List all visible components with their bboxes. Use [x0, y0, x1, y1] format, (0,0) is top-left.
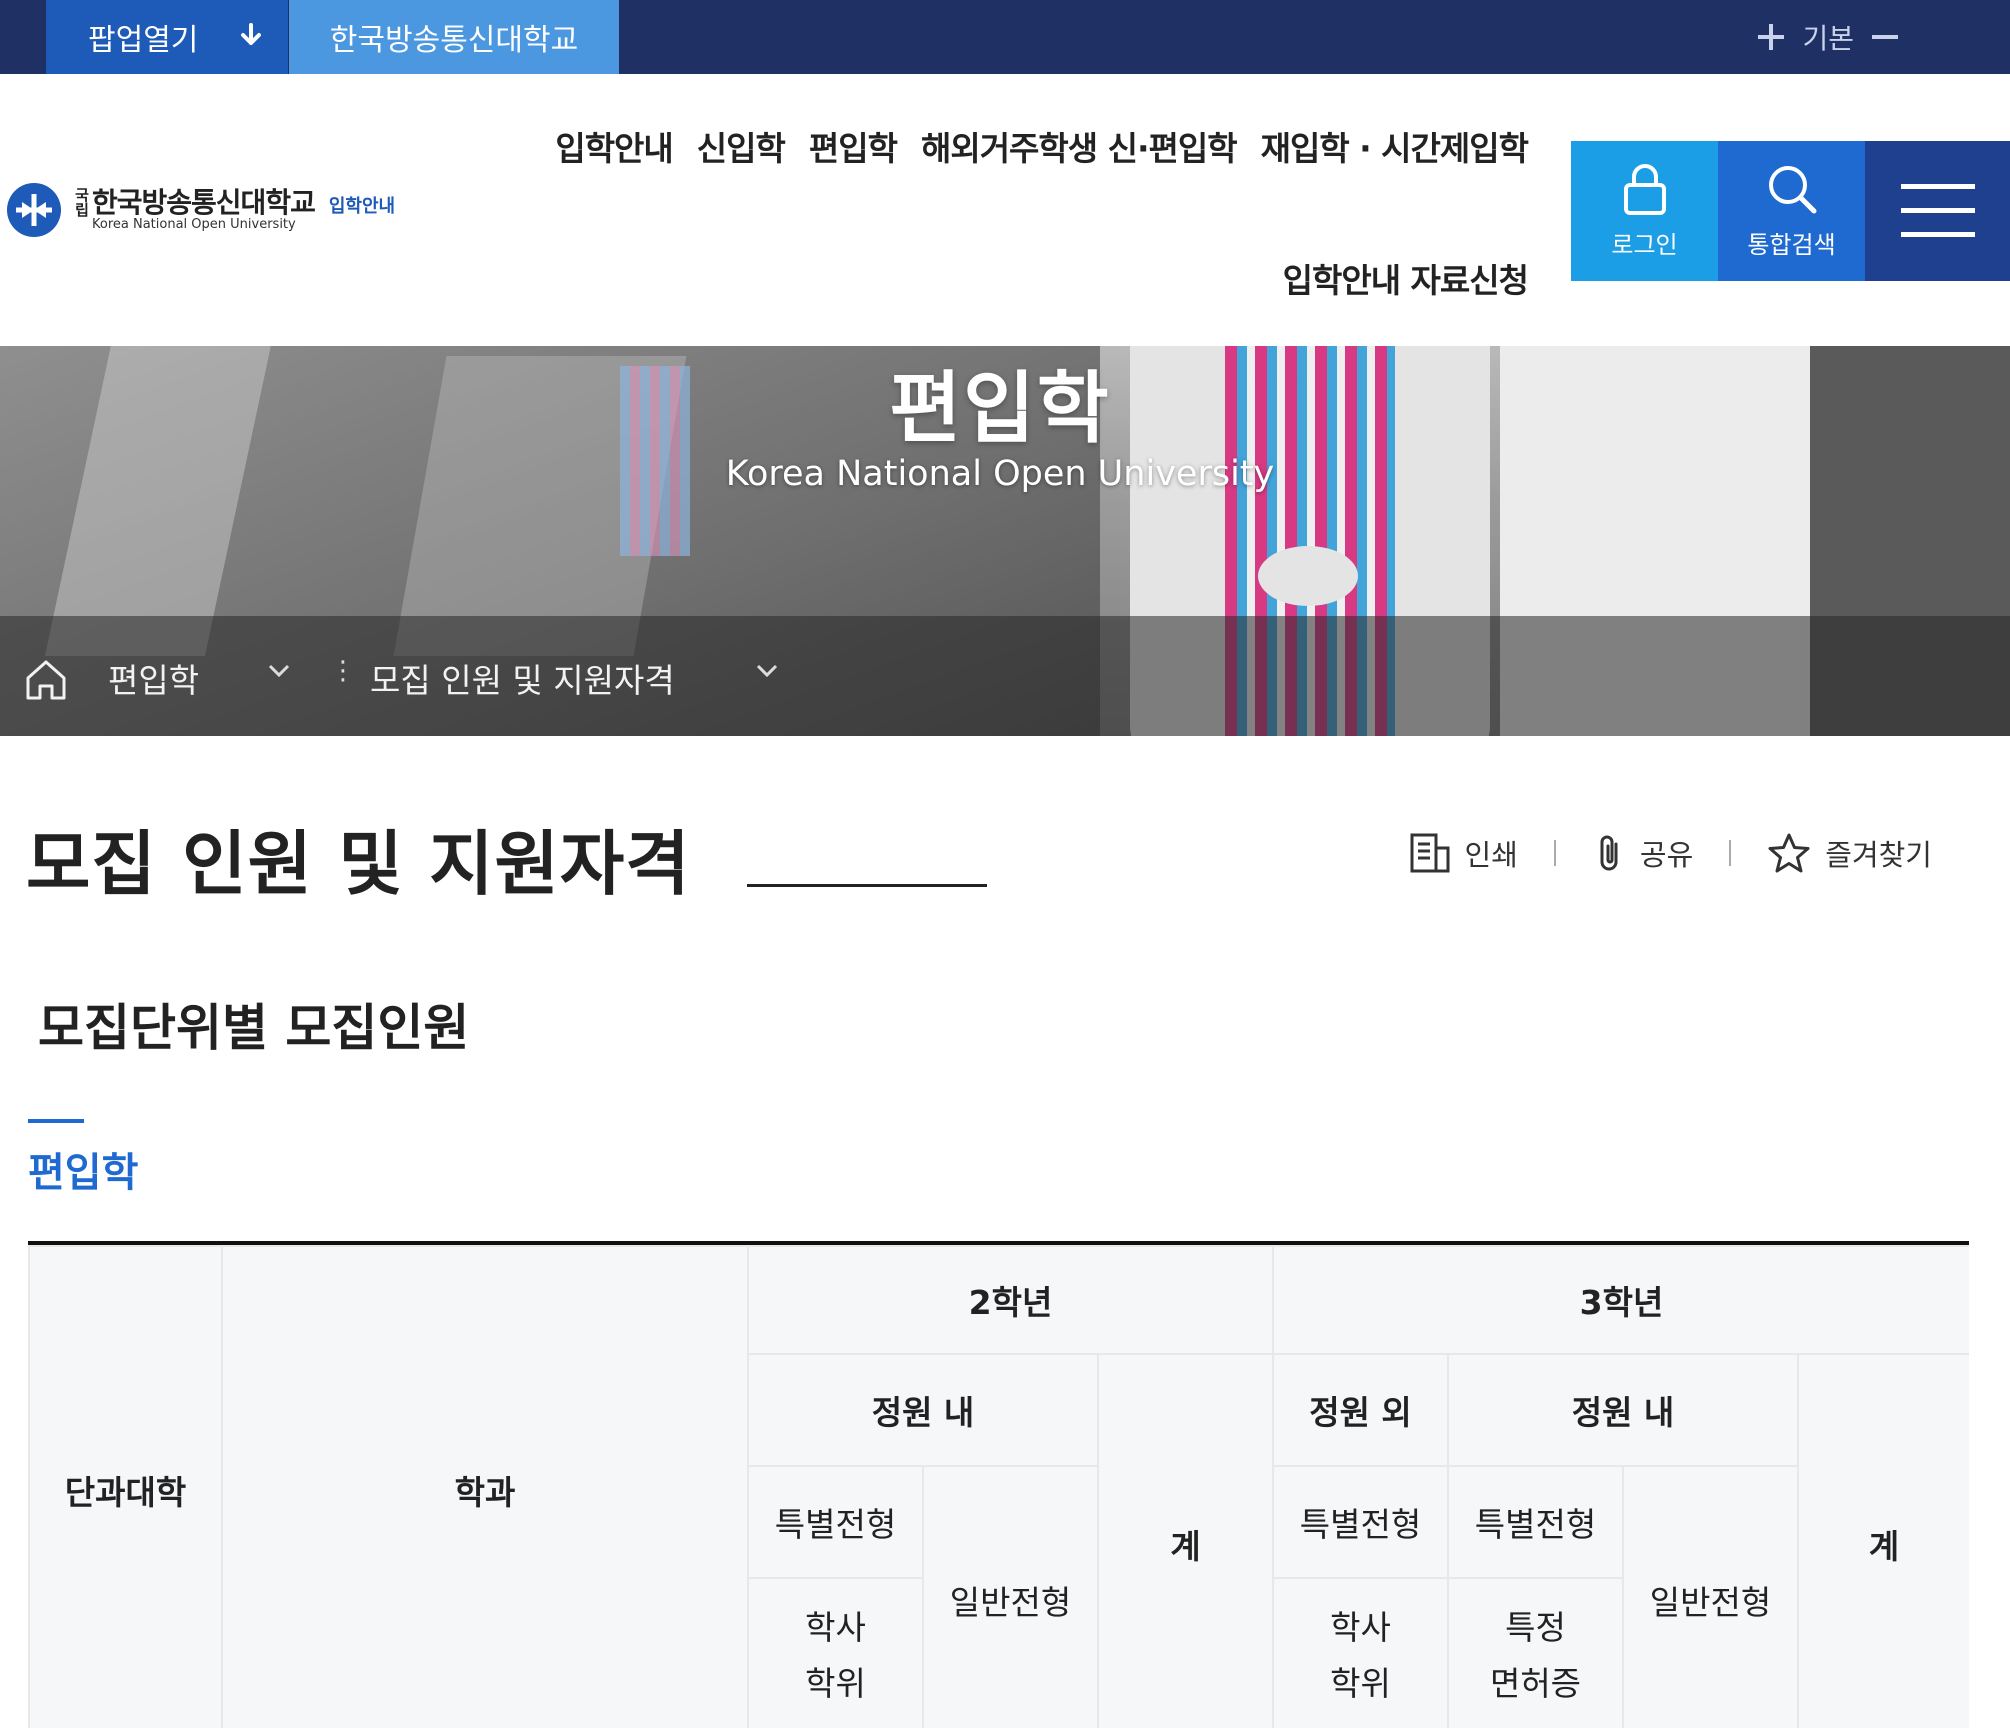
popup-open-label: 팝업열기 — [88, 23, 199, 58]
nav-item-readmission[interactable]: 재입학 · 시간제입학 — [1261, 122, 1529, 170]
col-header-grade3-bachelor: 학사 학위 — [1272, 1577, 1449, 1728]
col-header-grade2-special: 특별전형 — [747, 1465, 924, 1579]
share-label: 공유 — [1639, 838, 1694, 872]
logo-name: 한국방송통신대학교 — [92, 186, 316, 219]
lock-icon — [1623, 163, 1666, 215]
col-header-grade2-total: 계 — [1097, 1353, 1274, 1728]
breadcrumb-item-current[interactable]: 모집 인원 및 지원자격 — [370, 654, 675, 702]
login-button[interactable]: 로그인 — [1571, 141, 1718, 281]
paperclip-icon — [1600, 835, 1618, 871]
site-logo[interactable]: 국립 한국방송통신대학교 입학안내 Korea National Open Un… — [6, 182, 395, 238]
school-site-label: 한국방송통신대학교 — [329, 23, 579, 58]
search-button[interactable]: 통합검색 — [1718, 141, 1865, 281]
col-header-grade3-license: 특정 면허증 — [1447, 1577, 1624, 1728]
share-button[interactable]: 공유 — [1592, 832, 1693, 874]
col-header-grade3-general: 일반전형 — [1622, 1465, 1799, 1728]
arrow-down-icon — [241, 23, 261, 45]
search-icon — [1768, 165, 1816, 213]
col-header-grade3-out-quota: 정원 외 — [1272, 1353, 1449, 1467]
breadcrumb: 편입학 ⋮ 모집 인원 및 지원자격 — [0, 616, 900, 736]
top-bar: 팝업열기 한국방송통신대학교 기본 — [0, 0, 2010, 74]
site-header: 국립 한국방송통신대학교 입학안내 Korea National Open Un… — [0, 74, 2010, 346]
breadcrumb-separator: ⋮ — [330, 656, 356, 686]
nav-item-admission-guide[interactable]: 입학안내 — [555, 122, 673, 170]
menu-button[interactable] — [1865, 141, 2010, 281]
star-icon — [1768, 833, 1810, 873]
bookmark-label: 즐겨찾기 — [1825, 838, 1932, 872]
home-icon[interactable] — [24, 658, 68, 702]
nav-item-transfer[interactable]: 편입학 — [809, 122, 898, 170]
page-title: 모집 인원 및 지원자격 — [26, 823, 691, 905]
hamburger-icon — [1900, 184, 1975, 237]
print-button[interactable]: 인쇄 — [1409, 832, 1518, 874]
zoom-control: 기본 — [1758, 12, 1898, 62]
logo-sub: 입학안내 — [328, 196, 396, 217]
col-header-grade2-in-quota: 정원 내 — [747, 1353, 1099, 1467]
col-header-grade3-total: 계 — [1797, 1353, 1969, 1728]
knou-emblem-icon — [7, 183, 61, 237]
banner-subtitle: Korea National Open University — [725, 454, 1275, 494]
banner-title: 편입학 — [889, 364, 1111, 454]
col-header-grade2: 2학년 — [747, 1245, 1274, 1355]
chevron-down-icon[interactable] — [756, 664, 778, 678]
col-header-grade3-in-quota: 정원 내 — [1447, 1353, 1799, 1467]
zoom-level-label: 기본 — [1802, 22, 1854, 55]
print-icon — [1410, 833, 1450, 873]
col-header-college: 단과대학 — [28, 1245, 223, 1728]
login-label: 로그인 — [1611, 230, 1678, 259]
logo-guk-text: 국립 — [75, 186, 89, 219]
col-header-department: 학과 — [221, 1245, 749, 1728]
col-header-grade3: 3학년 — [1272, 1245, 1969, 1355]
zoom-in-icon[interactable] — [1758, 24, 1785, 50]
col-header-grade3-out-special: 특별전형 — [1272, 1465, 1449, 1579]
col-header-grade3-in-special: 특별전형 — [1447, 1465, 1624, 1579]
col-header-grade2-general: 일반전형 — [922, 1465, 1099, 1728]
bookmark-button[interactable]: 즐겨찾기 — [1767, 832, 1932, 874]
nav-item-overseas[interactable]: 해외거주학생 신·편입학 — [921, 122, 1238, 170]
popup-open-button[interactable]: 팝업열기 — [46, 0, 288, 74]
section-title: 모집단위별 모집인원 — [38, 999, 470, 1057]
search-label: 통합검색 — [1747, 230, 1836, 259]
nav-item-freshman[interactable]: 신입학 — [697, 122, 786, 170]
main-nav: 입학안내 신입학 편입학 해외거주학생 신·편입학 재입학 · 시간제입학 — [555, 122, 1529, 170]
zoom-out-icon[interactable] — [1872, 24, 1898, 50]
title-divider — [747, 884, 987, 887]
page-banner: 편입학 Korea National Open University 편입학 ⋮… — [0, 346, 2010, 736]
logo-english: Korea National Open University — [92, 217, 296, 232]
chevron-down-icon[interactable] — [268, 664, 290, 678]
quota-table: 단과대학 학과 2학년 3학년 정원 내 계 정원 외 정원 내 계 특별전형 … — [28, 1241, 1969, 1728]
tab-transfer[interactable]: 편입학 — [28, 1140, 138, 1198]
col-header-grade2-bachelor: 학사 학위 — [747, 1577, 924, 1728]
nav-item-request-materials[interactable]: 입학안내 자료신청 — [1283, 254, 1529, 302]
print-label: 인쇄 — [1464, 838, 1518, 872]
breadcrumb-item-transfer[interactable]: 편입학 — [108, 654, 199, 702]
school-site-tab[interactable]: 한국방송통신대학교 — [289, 0, 619, 74]
tab-indicator — [28, 1119, 84, 1123]
page-actions: 인쇄 공유 즐겨찾기 — [1409, 832, 1932, 874]
